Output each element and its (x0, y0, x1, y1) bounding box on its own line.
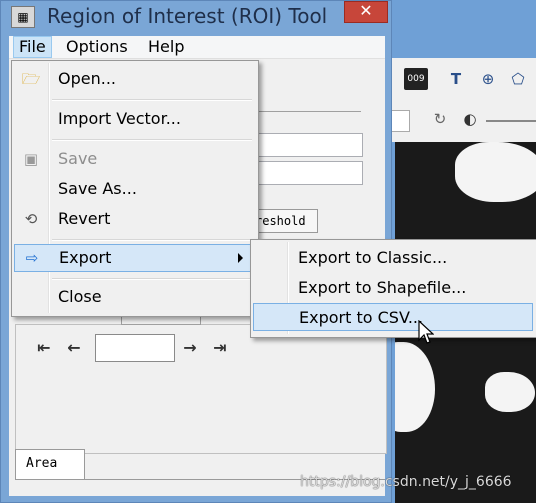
zoom-level-badge-icon[interactable]: 009 (404, 68, 428, 90)
zoom-badge-text: 009 (407, 74, 425, 84)
menu-item-import-vector[interactable]: Import Vector... (14, 106, 254, 132)
folder-open-icon: 🗁 (21, 70, 41, 88)
export-submenu: Export to Classic... Export to Shapefile… (250, 239, 536, 338)
refresh-icon[interactable]: ↻ (428, 108, 452, 130)
revert-arrows-icon: ⟲ (24, 210, 38, 228)
watermark-text: https://blog.csdn.net/y_j_6666 (300, 474, 512, 490)
floppy-disk-icon: ▣ (23, 150, 39, 168)
next-roi-icon[interactable]: → (179, 338, 201, 358)
roi-index-field[interactable] (95, 334, 175, 362)
menu-options[interactable]: Options (61, 36, 133, 58)
crosshair-icon[interactable]: ⊕ (476, 68, 500, 90)
menu-item-import-vector-label: Import Vector... (58, 109, 181, 128)
menu-separator (52, 278, 252, 280)
menu-item-save: ▣ Save (14, 146, 254, 172)
title-bar[interactable]: ▦ Region of Interest (ROI) Tool ✕ (1, 1, 391, 33)
menu-help[interactable]: Help (143, 36, 189, 58)
tab-threshold[interactable]: reshold (254, 209, 318, 233)
menu-item-export[interactable]: ⇨ Export (14, 244, 254, 272)
group-divider (258, 111, 361, 112)
menu-item-save-as[interactable]: Save As... (14, 176, 254, 202)
menu-item-revert-label: Revert (58, 209, 111, 228)
menu-item-open-label: Open... (58, 69, 116, 88)
menu-bar: File Options Help (9, 36, 385, 59)
last-roi-icon[interactable]: ⇥ (209, 338, 231, 358)
menu-item-export-csv-label: Export to CSV... (299, 308, 424, 327)
brightness-slider-track[interactable] (486, 120, 536, 122)
close-button[interactable]: ✕ (344, 1, 388, 23)
menu-item-export-classic-label: Export to Classic... (298, 248, 448, 267)
tab-area[interactable]: Area (15, 449, 85, 479)
first-roi-icon[interactable]: ⇤ (33, 338, 55, 358)
polygon-tool-icon[interactable]: ⬠ (506, 68, 530, 90)
export-arrow-icon: ⇨ (25, 249, 39, 267)
previous-roi-icon[interactable]: ← (63, 338, 85, 358)
brightness-slider-icon[interactable]: ◐ (458, 108, 482, 130)
menu-item-export-shapefile-label: Export to Shapefile... (298, 278, 467, 297)
menu-item-export-label: Export (59, 248, 112, 267)
image-toolbar: 009 T ⊕ ⬠ ↻ ◐ (385, 58, 536, 142)
menu-item-save-label: Save (58, 149, 98, 168)
menu-item-close-label: Close (58, 287, 102, 306)
menu-item-close[interactable]: Close (14, 284, 254, 310)
window-title: Region of Interest (ROI) Tool (47, 4, 328, 28)
menu-file[interactable]: File (13, 36, 52, 58)
submenu-arrow-icon (238, 253, 243, 263)
menu-item-export-csv[interactable]: Export to CSV... (253, 303, 533, 331)
app-icon: ▦ (11, 6, 35, 28)
menu-separator (52, 99, 252, 101)
text-annotation-icon[interactable]: T (444, 68, 468, 90)
menu-item-revert[interactable]: ⟲ Revert (14, 206, 254, 232)
menu-item-export-shapefile[interactable]: Export to Shapefile... (253, 274, 533, 302)
roi-color-field[interactable] (258, 161, 363, 185)
tab-threshold-label: reshold (255, 214, 306, 228)
menu-separator (52, 139, 252, 141)
file-menu-dropdown: 🗁 Open... Import Vector... ▣ Save Save A… (11, 60, 259, 317)
roi-name-field[interactable] (258, 133, 363, 157)
tab-area-label: Area (26, 456, 58, 471)
menu-separator (52, 239, 252, 241)
menu-item-save-as-label: Save As... (58, 179, 137, 198)
menu-item-export-classic[interactable]: Export to Classic... (253, 244, 533, 272)
menu-item-open[interactable]: 🗁 Open... (14, 66, 254, 92)
mouse-cursor-icon (418, 320, 434, 344)
